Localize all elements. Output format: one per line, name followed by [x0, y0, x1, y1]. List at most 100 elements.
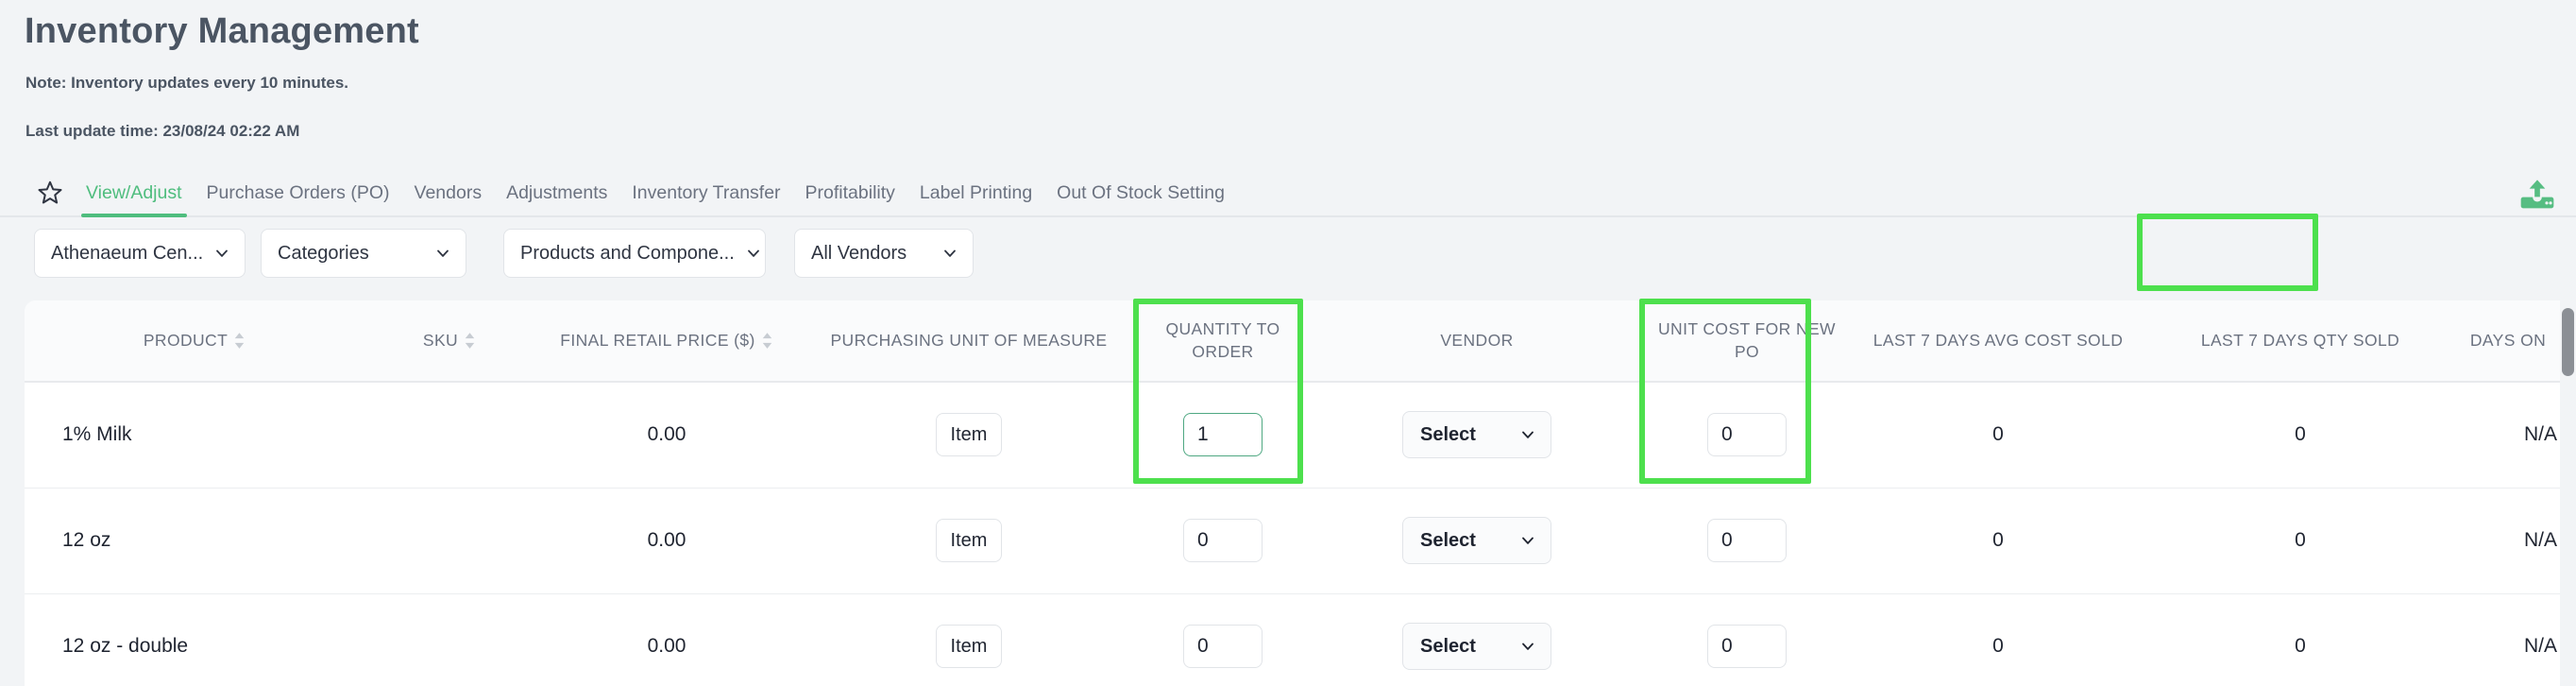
tab-inventory-transfer[interactable]: Inventory Transfer — [619, 168, 792, 217]
upload-icon[interactable] — [2517, 176, 2557, 214]
vendor-select[interactable]: Select — [1402, 623, 1551, 670]
cell-quantity-to-order — [1139, 488, 1307, 593]
chevron-down-icon — [944, 249, 956, 257]
column-header-sku[interactable]: SKU — [364, 300, 534, 383]
cell-last7-avg-cost-sold: 0 — [1992, 423, 2004, 446]
cell-purchasing-uom: Item — [799, 488, 1139, 593]
page-title: Inventory Management — [25, 11, 419, 51]
chevron-down-icon — [1522, 643, 1534, 650]
vendor-select-value: Select — [1420, 529, 1476, 551]
column-header-label: DAYS ON — [2469, 330, 2547, 350]
table-header-row: PRODUCT SKU FINAL RETAIL PRICE ($) PURCHASI… — [25, 300, 2565, 383]
column-header-last-7-days-qty-sold: LAST 7 DAYS QTY SOLD — [2149, 300, 2451, 383]
column-header-product[interactable]: PRODUCT — [25, 300, 364, 383]
column-header-purchasing-unit-of-measure: PURCHASING UNIT OF MEASURE — [799, 300, 1139, 383]
inventory-note: Note: Inventory updates every 10 minutes… — [25, 74, 348, 92]
uom-button[interactable]: Item — [935, 625, 1003, 668]
quantity-to-order-input[interactable] — [1183, 519, 1263, 562]
cell-quantity-to-order — [1139, 593, 1307, 686]
categories-filter-dropdown[interactable]: Categories — [261, 229, 466, 278]
column-header-last-7-days-avg-cost-sold: LAST 7 DAYS AVG COST SOLD — [1847, 300, 2149, 383]
quantity-to-order-input[interactable] — [1183, 625, 1263, 668]
chevron-down-icon — [437, 249, 449, 257]
uom-button[interactable]: Item — [935, 519, 1003, 562]
cell-vendor: Select — [1307, 488, 1647, 593]
cell-last7-qty-sold: 0 — [2295, 529, 2306, 551]
products-filter-dropdown[interactable]: Products and Compone... — [503, 229, 766, 278]
column-header-quantity-to-order: QUANTITY TO ORDER — [1139, 300, 1307, 383]
column-header-unit-cost-for-new-po: UNIT COST FOR NEW PO — [1647, 300, 1847, 383]
vendor-select[interactable]: Select — [1402, 517, 1551, 564]
column-header-label: LAST 7 DAYS QTY SOLD — [2200, 330, 2400, 350]
column-header-label: PRODUCT — [143, 330, 229, 350]
filter-toolbar: Athenaeum Cen... Categories Products and… — [0, 219, 2576, 499]
products-filter-value: Products and Compone... — [520, 242, 735, 264]
tab-purchase-orders-po[interactable]: Purchase Orders (PO) — [195, 168, 402, 217]
cell-last7-avg-cost-sold: 0 — [1992, 635, 2004, 657]
uom-button[interactable]: Item — [935, 413, 1003, 457]
cell-days-on: N/A — [2523, 635, 2557, 657]
column-header-label: FINAL RETAIL PRICE ($) — [560, 330, 755, 350]
cell-purchasing-uom: Item — [799, 382, 1139, 488]
column-header-label: VENDOR — [1440, 330, 1514, 350]
cell-product: 12 oz - double — [62, 635, 189, 657]
cell-final-retail-price: 0.00 — [647, 423, 686, 446]
tab-out-of-stock-setting[interactable]: Out Of Stock Setting — [1044, 168, 1237, 217]
tab-label-printing[interactable]: Label Printing — [907, 168, 1044, 217]
sort-icon[interactable] — [761, 332, 773, 350]
table-body: 1% Milk 0.00 Item Select 0 0 N/A 12 oz 0.00 Item S… — [25, 382, 2565, 686]
chevron-down-icon — [1522, 537, 1534, 544]
tab-vendors[interactable]: Vendors — [402, 168, 495, 217]
vendor-select[interactable]: Select — [1402, 411, 1551, 459]
column-header-final-retail-price[interactable]: FINAL RETAIL PRICE ($) — [534, 300, 799, 383]
vendor-select-value: Select — [1420, 423, 1476, 445]
sort-icon[interactable] — [464, 332, 476, 350]
store-filter-value: Athenaeum Cen... — [51, 242, 204, 264]
tab-adjustments[interactable]: Adjustments — [494, 168, 619, 217]
cell-days-on: N/A — [2523, 529, 2557, 551]
vendors-filter-value: All Vendors — [811, 242, 907, 264]
categories-filter-value: Categories — [278, 242, 369, 264]
cell-purchasing-uom: Item — [799, 593, 1139, 686]
tab-bar: View/Adjust Purchase Orders (PO) Vendors Ad… — [0, 168, 2576, 217]
unit-cost-input[interactable] — [1707, 519, 1787, 562]
vendor-select-value: Select — [1420, 635, 1476, 657]
cell-quantity-to-order — [1139, 382, 1307, 488]
cell-product: 12 oz — [62, 529, 111, 551]
vendors-filter-dropdown[interactable]: All Vendors — [794, 229, 974, 278]
tab-view-adjust[interactable]: View/Adjust — [74, 168, 195, 217]
tab-profitability[interactable]: Profitability — [793, 168, 907, 217]
cell-unit-cost-new-po — [1647, 488, 1847, 593]
column-header-label: UNIT COST FOR NEW PO — [1658, 318, 1836, 361]
chevron-down-icon — [216, 249, 229, 257]
cell-unit-cost-new-po — [1647, 593, 1847, 686]
cell-vendor: Select — [1307, 593, 1647, 686]
inventory-table-container: PRODUCT SKU FINAL RETAIL PRICE ($) PURCHASI… — [25, 300, 2576, 686]
column-header-label: QUANTITY TO ORDER — [1165, 318, 1280, 361]
column-header-label: PURCHASING UNIT OF MEASURE — [830, 330, 1108, 350]
star-icon[interactable] — [36, 179, 64, 207]
chevron-down-icon — [747, 249, 759, 257]
quantity-to-order-input[interactable] — [1183, 413, 1263, 457]
table-row: 12 oz 0.00 Item Select 0 0 N/A — [25, 488, 2565, 593]
column-header-label: SKU — [422, 330, 459, 350]
cell-final-retail-price: 0.00 — [647, 529, 686, 551]
table-row: 12 oz - double 0.00 Item Select 0 0 N/A — [25, 593, 2565, 686]
sort-icon[interactable] — [233, 332, 246, 350]
column-header-days-on: DAYS ON — [2451, 300, 2565, 383]
cell-vendor: Select — [1307, 382, 1647, 488]
cell-final-retail-price: 0.00 — [647, 635, 686, 657]
store-filter-dropdown[interactable]: Athenaeum Cen... — [34, 229, 246, 278]
column-header-vendor: VENDOR — [1307, 300, 1647, 383]
table-scrollbar-thumb[interactable] — [2562, 308, 2574, 376]
table-row: 1% Milk 0.00 Item Select 0 0 N/A — [25, 382, 2565, 488]
unit-cost-input[interactable] — [1707, 625, 1787, 668]
cell-unit-cost-new-po — [1647, 382, 1847, 488]
cell-last7-avg-cost-sold: 0 — [1992, 529, 2004, 551]
chevron-down-icon — [1522, 431, 1534, 439]
cell-sku — [364, 382, 534, 488]
unit-cost-input[interactable] — [1707, 413, 1787, 457]
cell-product: 1% Milk — [62, 423, 132, 446]
column-header-label: LAST 7 DAYS AVG COST SOLD — [1873, 330, 2124, 350]
cell-last7-qty-sold: 0 — [2295, 423, 2306, 446]
